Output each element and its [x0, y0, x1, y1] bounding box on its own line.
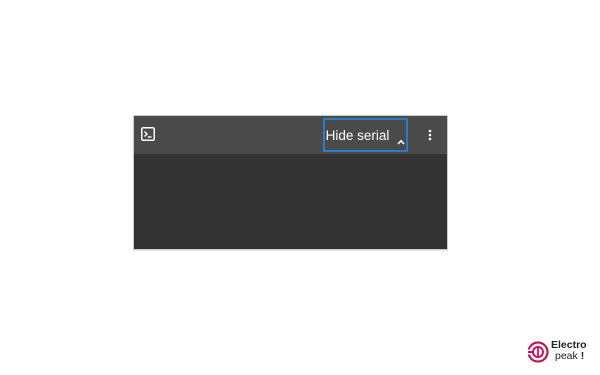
- terminal-icon[interactable]: [141, 127, 155, 141]
- serial-monitor-panel: Hide serial: [133, 115, 448, 250]
- serial-output-area[interactable]: [134, 154, 447, 249]
- logo-text-line2: peak !: [555, 350, 585, 362]
- hide-serial-label: Hide serial: [325, 127, 390, 143]
- hide-serial-button[interactable]: Hide serial: [323, 118, 408, 152]
- electropeak-logo: Electro peak !: [527, 340, 593, 364]
- more-vertical-icon[interactable]: [423, 128, 437, 142]
- electropeak-logo-text: Electro peak !: [551, 340, 587, 362]
- electropeak-logo-mark-icon: [527, 341, 549, 363]
- logo-exclamation: !: [580, 350, 585, 362]
- panel-bottom-edge: [133, 250, 448, 252]
- serial-toolbar: Hide serial: [134, 116, 447, 154]
- chevron-up-icon: [397, 132, 405, 145]
- screenshot-canvas: Hide serial Electro peak !: [0, 0, 600, 375]
